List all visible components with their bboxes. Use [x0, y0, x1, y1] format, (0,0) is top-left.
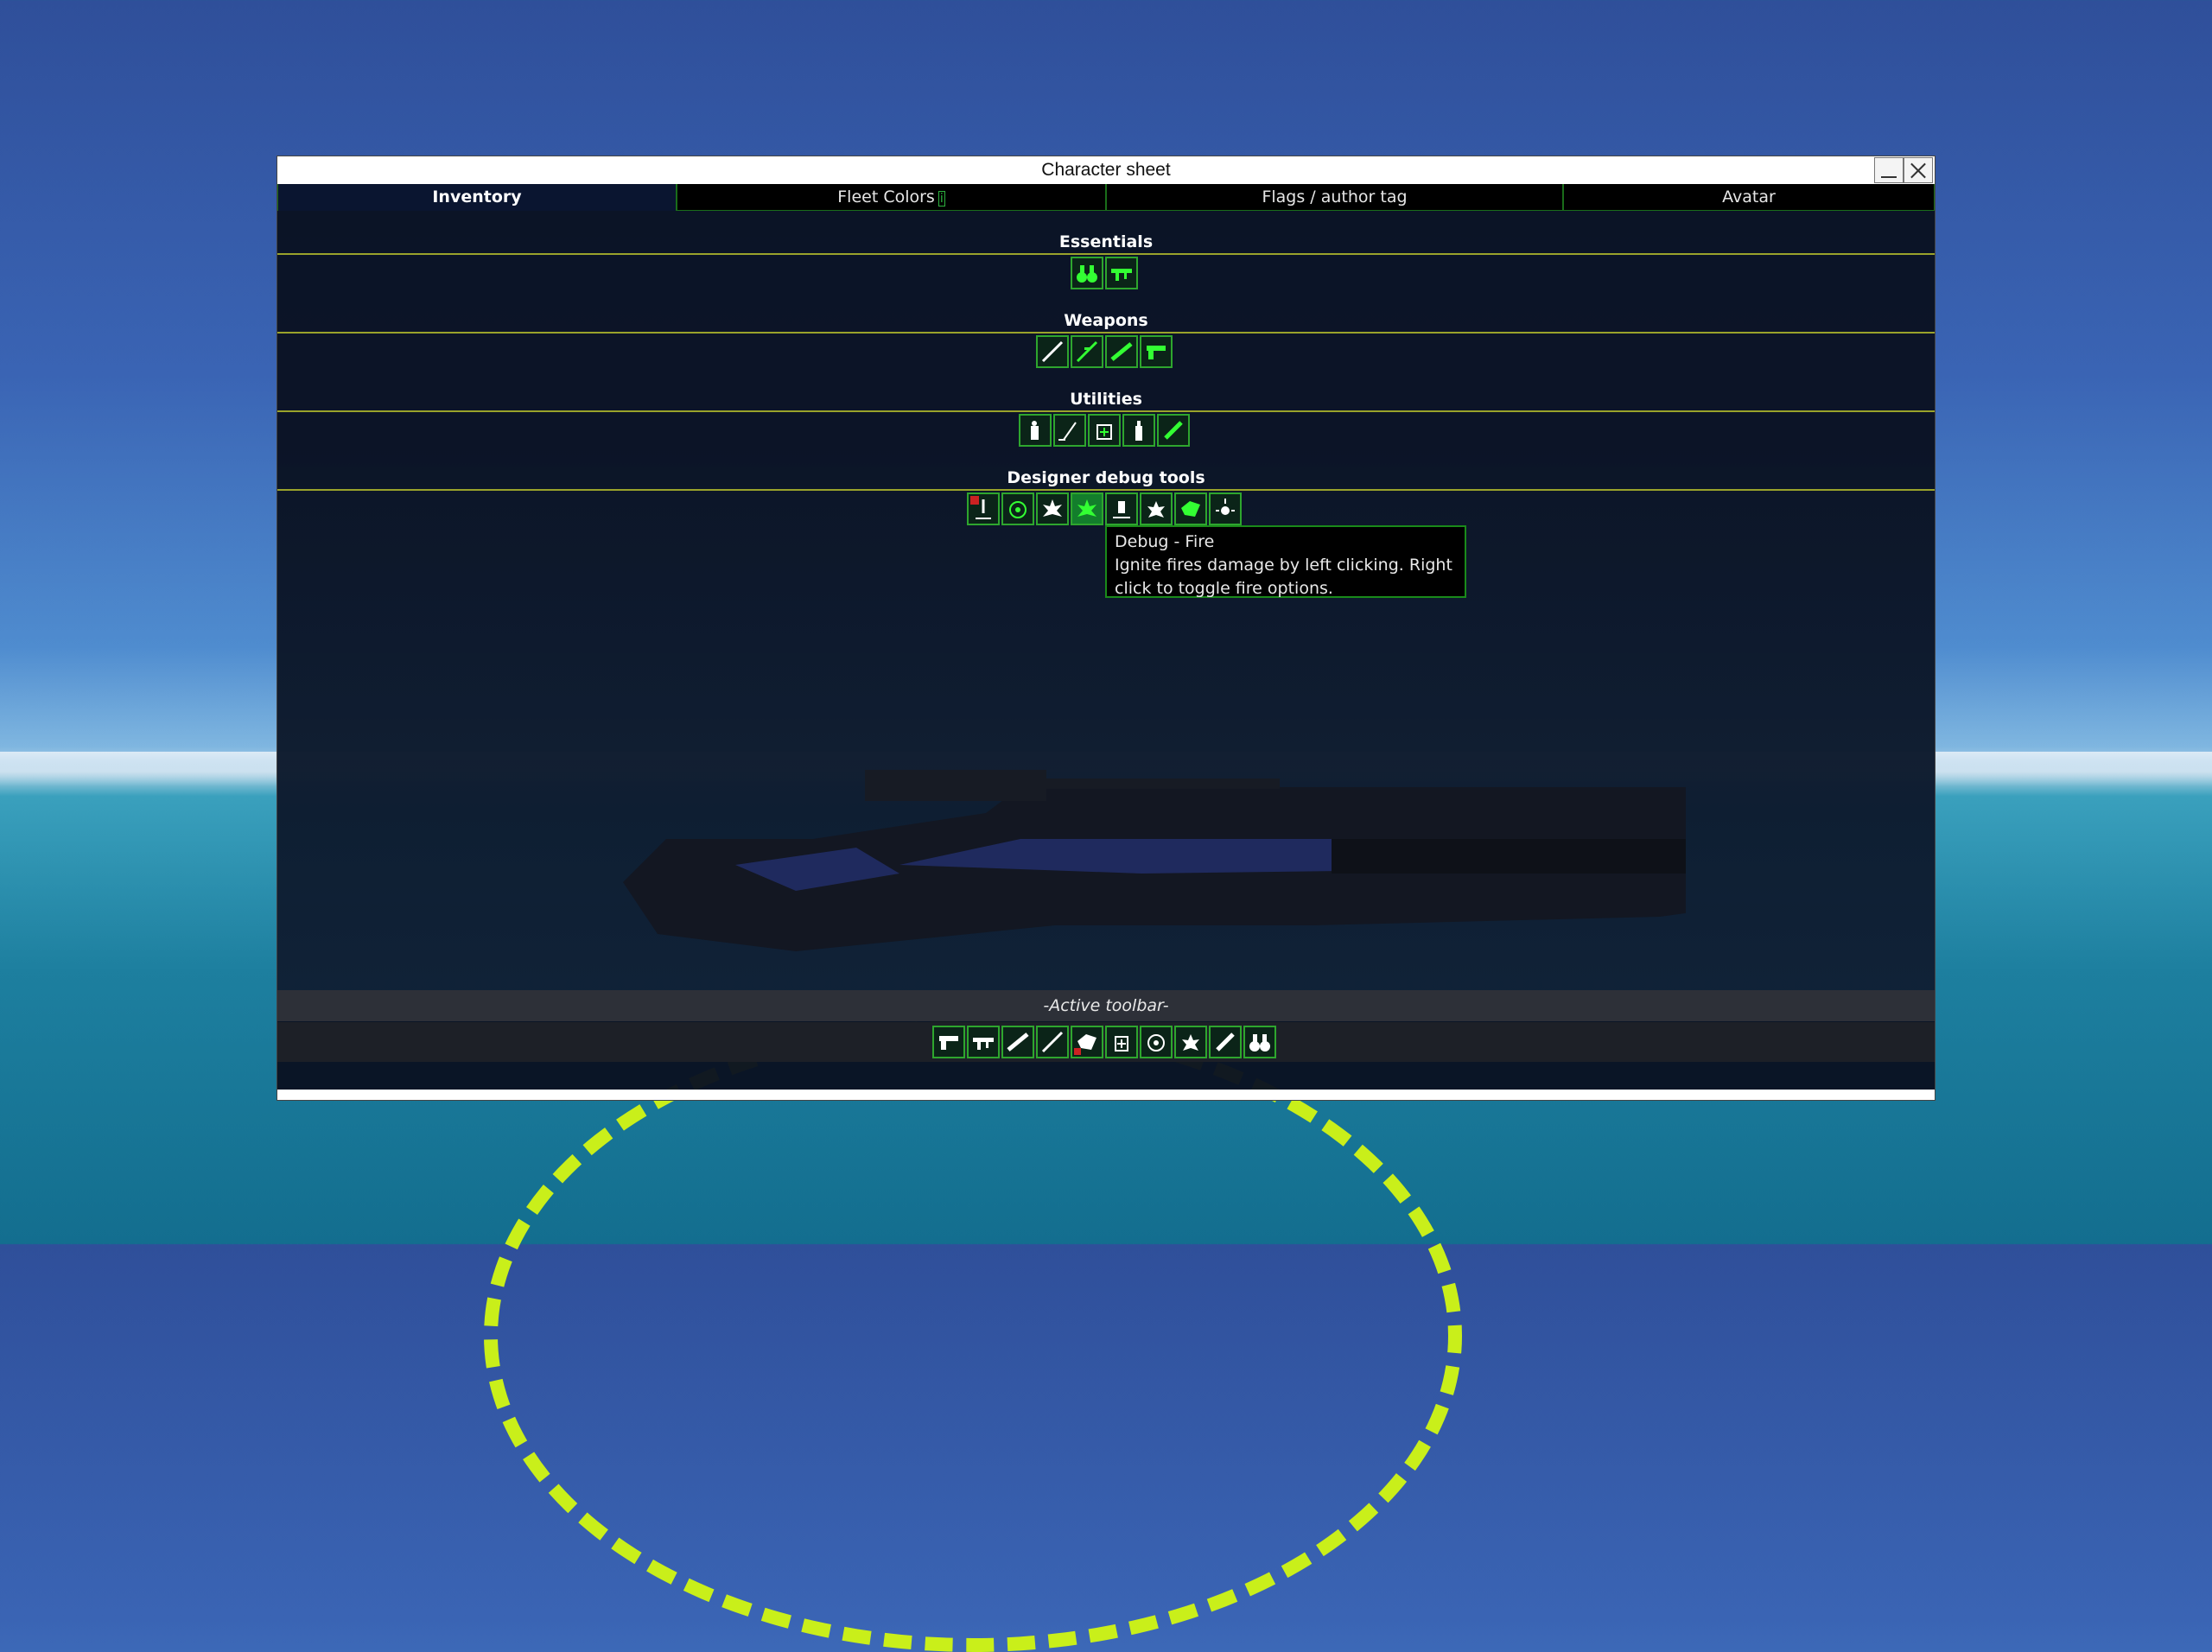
tooltip-description: Ignite fires damage by left clicking. Ri…	[1115, 556, 1452, 598]
debug-grab-icon	[1181, 501, 1200, 517]
toolbar-slot-medkit[interactable]	[1105, 1026, 1138, 1058]
machine-gun-icon	[1111, 269, 1132, 281]
debug-slots	[967, 492, 1243, 525]
wrench-icon	[1058, 422, 1077, 441]
tab-label: Inventory	[432, 187, 522, 206]
tab-label: Flags / author tag	[1262, 187, 1408, 206]
essentials-slots	[1071, 257, 1140, 289]
medkit-icon	[1115, 1036, 1128, 1052]
toolbar-slot-blast[interactable]	[1174, 1026, 1207, 1058]
divider	[277, 332, 1935, 334]
character-sheet-window: Character sheet Inventory Fleet Colors i …	[277, 156, 1935, 1100]
debug-target-icon	[1147, 1034, 1165, 1052]
minimize-button[interactable]	[1874, 157, 1904, 183]
tab-bar: Inventory Fleet Colors i Flags / author t…	[277, 184, 1935, 212]
window-title: Character sheet	[1041, 160, 1171, 180]
ship-render	[623, 770, 1686, 951]
toolbar-slot-pistol[interactable]	[932, 1026, 965, 1058]
debug-spawn-icon	[970, 496, 991, 519]
section-essentials: Essentials	[277, 231, 1935, 255]
section-debug-tools: Designer debug tools	[277, 467, 1935, 491]
wrench-slot[interactable]	[1053, 414, 1086, 447]
debug-spawn-slot[interactable]	[967, 492, 1000, 525]
divider	[277, 489, 1935, 491]
pistol-icon	[939, 1036, 958, 1050]
torch-icon	[1164, 421, 1183, 440]
debug-explosion-icon	[1043, 499, 1062, 517]
torch-icon	[1216, 1032, 1235, 1052]
machine-gun-icon	[973, 1038, 994, 1050]
sniper-rifle-icon	[1076, 340, 1098, 363]
toolbar-slot-torch[interactable]	[1209, 1026, 1242, 1058]
debug-grab-icon	[1074, 1034, 1096, 1055]
tab-label: Fleet Colors	[837, 187, 935, 206]
tab-inventory[interactable]: Inventory	[277, 184, 677, 211]
section-utilities: Utilities	[277, 388, 1935, 412]
toolbar-slot-machine-gun[interactable]	[967, 1026, 1000, 1058]
toolbar-slot-grab[interactable]	[1071, 1026, 1103, 1058]
debug-grab-slot[interactable]	[1174, 492, 1207, 525]
divider	[277, 253, 1935, 255]
debug-flood-slot[interactable]	[1105, 492, 1138, 525]
close-button[interactable]	[1904, 157, 1933, 183]
rifle-white-icon	[1041, 1031, 1064, 1053]
rifle-white-icon	[1041, 340, 1064, 363]
waypoint-track	[484, 1020, 1462, 1652]
title-bar[interactable]: Character sheet	[277, 156, 1935, 185]
spray-can-slot[interactable]	[1122, 414, 1155, 447]
debug-target-icon	[1009, 501, 1027, 518]
spray-can-icon	[1135, 421, 1142, 441]
weapons-slots	[1036, 335, 1174, 368]
debug-blast-slot[interactable]	[1140, 492, 1173, 525]
medkit-slot[interactable]	[1088, 414, 1121, 447]
tooltip-title: Debug - Fire	[1115, 532, 1215, 551]
debug-flood-icon	[1113, 501, 1130, 518]
pistol-icon	[1147, 346, 1166, 359]
tab-label: Avatar	[1722, 187, 1776, 206]
section-title: Essentials	[1058, 232, 1154, 251]
sniper-rifle-slot[interactable]	[1071, 335, 1103, 368]
toolbar-slot-binoculars[interactable]	[1243, 1026, 1276, 1058]
active-toolbar-slots	[932, 1026, 1278, 1058]
tab-avatar[interactable]: Avatar	[1563, 184, 1935, 211]
debug-target-slot[interactable]	[1001, 492, 1034, 525]
active-toolbar-label: -Active toolbar-	[1043, 996, 1169, 1015]
debug-sparks-slot[interactable]	[1209, 492, 1242, 525]
medkit-icon	[1096, 424, 1112, 440]
info-badge: i	[938, 191, 945, 206]
machine-gun-slot[interactable]	[1105, 257, 1138, 289]
binoculars-slot[interactable]	[1071, 257, 1103, 289]
section-title: Utilities	[1070, 390, 1142, 409]
utilities-slots	[1019, 414, 1192, 447]
debug-fire-slot[interactable]	[1071, 492, 1103, 525]
pistol-slot[interactable]	[1140, 335, 1173, 368]
shotgun-slot[interactable]	[1105, 335, 1138, 368]
binoculars-icon	[1077, 265, 1097, 283]
fire-extinguisher-icon	[1031, 421, 1039, 440]
tooltip: Debug - Fire Ignite fires damage by left…	[1105, 525, 1466, 598]
debug-blast-icon	[1182, 1034, 1199, 1051]
debug-fire-icon	[1077, 499, 1096, 517]
shotgun-icon	[1007, 1032, 1029, 1052]
tab-fleet-colors[interactable]: Fleet Colors i	[677, 184, 1106, 211]
section-title: Weapons	[1064, 311, 1148, 330]
toolbar-slot-target[interactable]	[1140, 1026, 1173, 1058]
rifle-slot[interactable]	[1036, 335, 1069, 368]
section-weapons: Weapons	[277, 309, 1935, 334]
debug-explosion-slot[interactable]	[1036, 492, 1069, 525]
tab-flags-author-tag[interactable]: Flags / author tag	[1106, 184, 1563, 211]
debug-sparks-icon	[1216, 499, 1235, 515]
shotgun-icon	[1110, 342, 1133, 361]
fire-extinguisher-slot[interactable]	[1019, 414, 1052, 447]
section-title: Designer debug tools	[1007, 468, 1205, 487]
torch-slot[interactable]	[1157, 414, 1190, 447]
toolbar-slot-shotgun[interactable]	[1001, 1026, 1034, 1058]
toolbar-slot-rifle[interactable]	[1036, 1026, 1069, 1058]
window-bottom-edge	[277, 1090, 1935, 1100]
debug-blast-icon	[1147, 501, 1165, 518]
active-toolbar-header: -Active toolbar-	[277, 990, 1935, 1021]
binoculars-icon	[1249, 1034, 1270, 1052]
divider	[277, 410, 1935, 412]
